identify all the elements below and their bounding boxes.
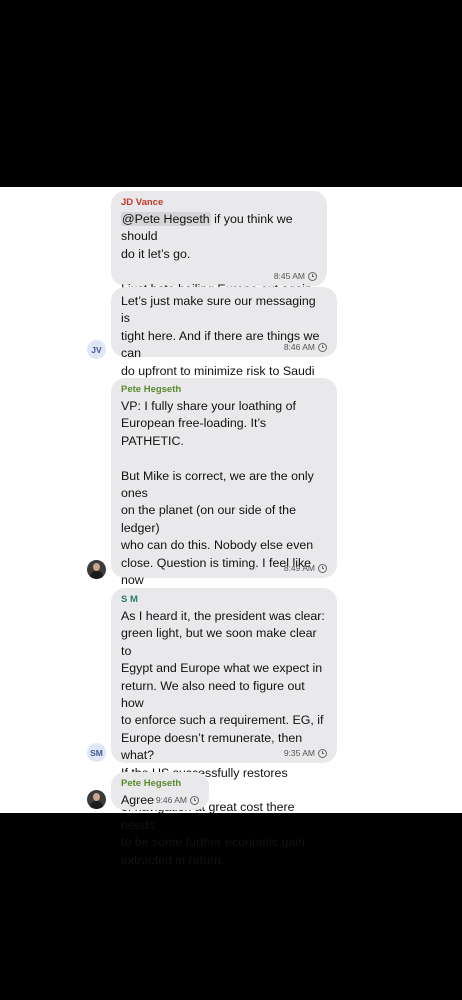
- message-bubble[interactable]: JD Vance @Pete Hegseth if you think we s…: [111, 191, 327, 296]
- time-label: 8:46 AM: [283, 342, 315, 352]
- time-label: 9:35 AM: [283, 748, 315, 758]
- message-bubble[interactable]: Let’s just make sure our messaging is ti…: [111, 287, 337, 412]
- avatar[interactable]: [87, 560, 106, 579]
- avatar-body: [90, 801, 103, 809]
- message-bubble[interactable]: Pete Hegseth VP: I fully share your loat…: [111, 378, 337, 674]
- avatar[interactable]: SM: [87, 743, 106, 762]
- avatar-body: [90, 571, 103, 579]
- clock-icon: [308, 271, 317, 281]
- message-timestamp: 9:46 AM: [156, 795, 199, 805]
- avatar[interactable]: JV: [87, 340, 106, 359]
- message-text: @Pete Hegseth if you think we should do …: [121, 211, 317, 298]
- message-timestamp: 8:49 AM: [284, 563, 327, 573]
- sender-name: Pete Hegseth: [121, 384, 182, 395]
- avatar-face: [93, 563, 100, 571]
- message-text: As I heard it, the president was clear: …: [121, 609, 325, 867]
- sender-name: JD Vance: [121, 197, 164, 208]
- clock-icon: [318, 563, 327, 573]
- sender-name: S M: [121, 594, 138, 605]
- time-label: 8:45 AM: [273, 271, 305, 281]
- message-timestamp: 8:45 AM: [274, 271, 317, 281]
- chat-thread: JD Vance @Pete Hegseth if you think we s…: [0, 187, 462, 867]
- sender-name: Pete Hegseth: [121, 778, 182, 789]
- avatar[interactable]: [87, 790, 106, 809]
- message-bubble[interactable]: Pete Hegseth Agree 9:46 AM: [111, 772, 209, 810]
- message-bubble[interactable]: S M As I heard it, the president was cle…: [111, 588, 337, 867]
- time-label: 8:49 AM: [283, 563, 315, 573]
- avatar-face: [93, 793, 100, 801]
- time-label: 9:46 AM: [155, 795, 187, 805]
- clock-icon: [318, 748, 327, 758]
- message-timestamp: 8:46 AM: [284, 342, 327, 352]
- clock-icon: [190, 795, 199, 805]
- mention[interactable]: @Pete Hegseth: [121, 212, 211, 226]
- message-timestamp: 9:35 AM: [284, 748, 327, 758]
- clock-icon: [318, 342, 327, 352]
